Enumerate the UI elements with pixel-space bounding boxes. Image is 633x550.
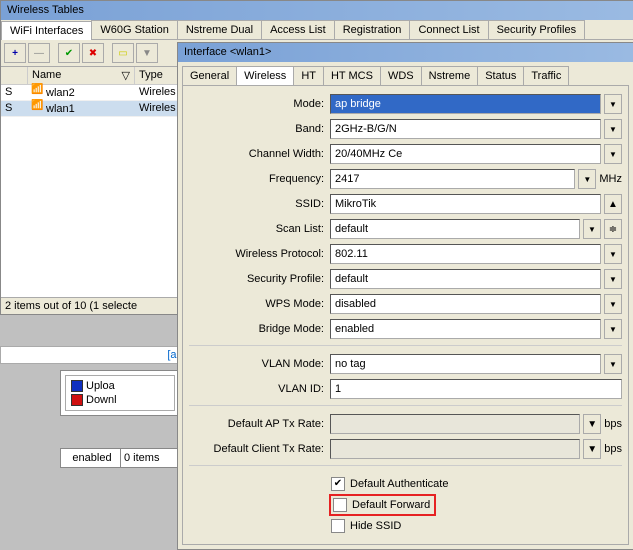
wireless-protocol-combo[interactable]: 802.11 (330, 244, 601, 264)
ssid-input[interactable]: MikroTik (330, 194, 601, 214)
lbl-channel-width: Channel Width: (189, 148, 330, 160)
vlan-mode-combo[interactable]: no tag (330, 354, 601, 374)
scan-list-combo[interactable]: default (330, 219, 580, 239)
panel-title: Interface <wlan1> (178, 43, 633, 62)
row-name: wlan2 (28, 85, 135, 100)
scan-list-dropdown-icon[interactable]: ▼ (583, 219, 601, 239)
default-client-tx-input[interactable] (330, 439, 580, 459)
remove-button[interactable]: — (28, 43, 50, 63)
wireless-protocol-dropdown-icon[interactable]: ▼ (604, 244, 622, 264)
tab-nstreme[interactable]: Nstreme (421, 66, 479, 85)
enable-button[interactable]: ✔ (58, 43, 80, 63)
filter-button[interactable]: ▼ (136, 43, 158, 63)
frequency-unit: MHz (599, 173, 622, 185)
tab-w60g-station[interactable]: W60G Station (91, 20, 177, 39)
vlan-mode-dropdown-icon[interactable]: ▼ (604, 354, 622, 374)
hide-ssid-checkbox[interactable] (331, 519, 345, 533)
scan-list-split-icon[interactable]: ≑ (604, 219, 622, 239)
add-button[interactable]: + (4, 43, 26, 63)
row-marker: S (1, 101, 28, 116)
ssid-up-icon[interactable]: ▲ (604, 194, 622, 214)
col-name[interactable]: Name ▽ (28, 67, 135, 84)
sort-icon: ▽ (122, 69, 130, 82)
legend-upload: Uploa (69, 379, 171, 393)
default-ap-tx-down-icon[interactable]: ▼ (583, 414, 601, 434)
default-client-tx-unit: bps (604, 443, 622, 455)
default-authenticate-label: Default Authenticate (350, 478, 448, 490)
tab-connect-list[interactable]: Connect List (409, 20, 488, 39)
security-profile-dropdown-icon[interactable]: ▼ (604, 269, 622, 289)
row-marker: S (1, 85, 28, 100)
lbl-security-profile: Security Profile: (189, 273, 330, 285)
frequency-combo[interactable]: 2417 (330, 169, 575, 189)
items-panel: 0 items (120, 448, 184, 468)
wifi-icon (32, 102, 44, 112)
enabled-panel: enabled (60, 448, 124, 468)
tab-wireless[interactable]: Wireless (236, 66, 294, 85)
main-title: Wireless Tables (1, 1, 633, 20)
default-authenticate-checkbox[interactable]: ✔ (331, 477, 345, 491)
lbl-wireless-protocol: Wireless Protocol: (189, 248, 330, 260)
tab-ht-mcs[interactable]: HT MCS (323, 66, 381, 85)
wifi-icon (32, 86, 44, 96)
tab-nstreme-dual[interactable]: Nstreme Dual (177, 20, 262, 39)
channel-width-dropdown-icon[interactable]: ▼ (604, 144, 622, 164)
tab-traffic[interactable]: Traffic (523, 66, 569, 85)
band-combo[interactable]: 2GHz-B/G/N (330, 119, 601, 139)
main-tabs: WiFi Interfaces W60G Station Nstreme Dua… (1, 20, 633, 40)
default-client-tx-down-icon[interactable]: ▼ (583, 439, 601, 459)
frequency-dropdown-icon[interactable]: ▼ (578, 169, 596, 189)
lbl-vlan-mode: VLAN Mode: (189, 358, 330, 370)
lbl-bridge-mode: Bridge Mode: (189, 323, 330, 335)
default-forward-checkbox[interactable] (333, 498, 347, 512)
tab-security-profiles[interactable]: Security Profiles (488, 20, 585, 39)
channel-width-combo[interactable]: 20/40MHz Ce (330, 144, 601, 164)
lbl-default-client-tx: Default Client Tx Rate: (189, 443, 330, 455)
lbl-mode: Mode: (189, 98, 330, 110)
default-forward-label: Default Forward (352, 499, 430, 511)
security-profile-combo[interactable]: default (330, 269, 601, 289)
lbl-scan-list: Scan List: (189, 223, 330, 235)
tab-wds[interactable]: WDS (380, 66, 422, 85)
tab-wifi-interfaces[interactable]: WiFi Interfaces (1, 21, 92, 40)
lbl-default-ap-tx: Default AP Tx Rate: (189, 418, 330, 430)
legend-download: Downl (69, 393, 171, 407)
tab-status[interactable]: Status (477, 66, 524, 85)
bridge-mode-dropdown-icon[interactable]: ▼ (604, 319, 622, 339)
tab-registration[interactable]: Registration (334, 20, 411, 39)
lbl-ssid: SSID: (189, 198, 330, 210)
tab-general[interactable]: General (182, 66, 237, 85)
tab-ht[interactable]: HT (293, 66, 324, 85)
row-name: wlan1 (28, 101, 135, 116)
comment-button[interactable]: ▭ (112, 43, 134, 63)
default-forward-highlight: Default Forward (329, 494, 436, 516)
col-marker[interactable] (1, 67, 28, 84)
vlan-id-input[interactable]: 1 (330, 379, 622, 399)
disable-button[interactable]: ✖ (82, 43, 104, 63)
tab-access-list[interactable]: Access List (261, 20, 335, 39)
wps-mode-dropdown-icon[interactable]: ▼ (604, 294, 622, 314)
hide-ssid-label: Hide SSID (350, 520, 401, 532)
default-ap-tx-input[interactable] (330, 414, 580, 434)
default-ap-tx-unit: bps (604, 418, 622, 430)
lbl-wps-mode: WPS Mode: (189, 298, 330, 310)
lbl-band: Band: (189, 123, 330, 135)
lbl-frequency: Frequency: (189, 173, 330, 185)
mode-combo[interactable]: ap bridge (330, 94, 601, 114)
mode-dropdown-icon[interactable]: ▼ (604, 94, 622, 114)
bridge-mode-combo[interactable]: enabled (330, 319, 601, 339)
band-dropdown-icon[interactable]: ▼ (604, 119, 622, 139)
lbl-vlan-id: VLAN ID: (189, 383, 330, 395)
wps-mode-combo[interactable]: disabled (330, 294, 601, 314)
